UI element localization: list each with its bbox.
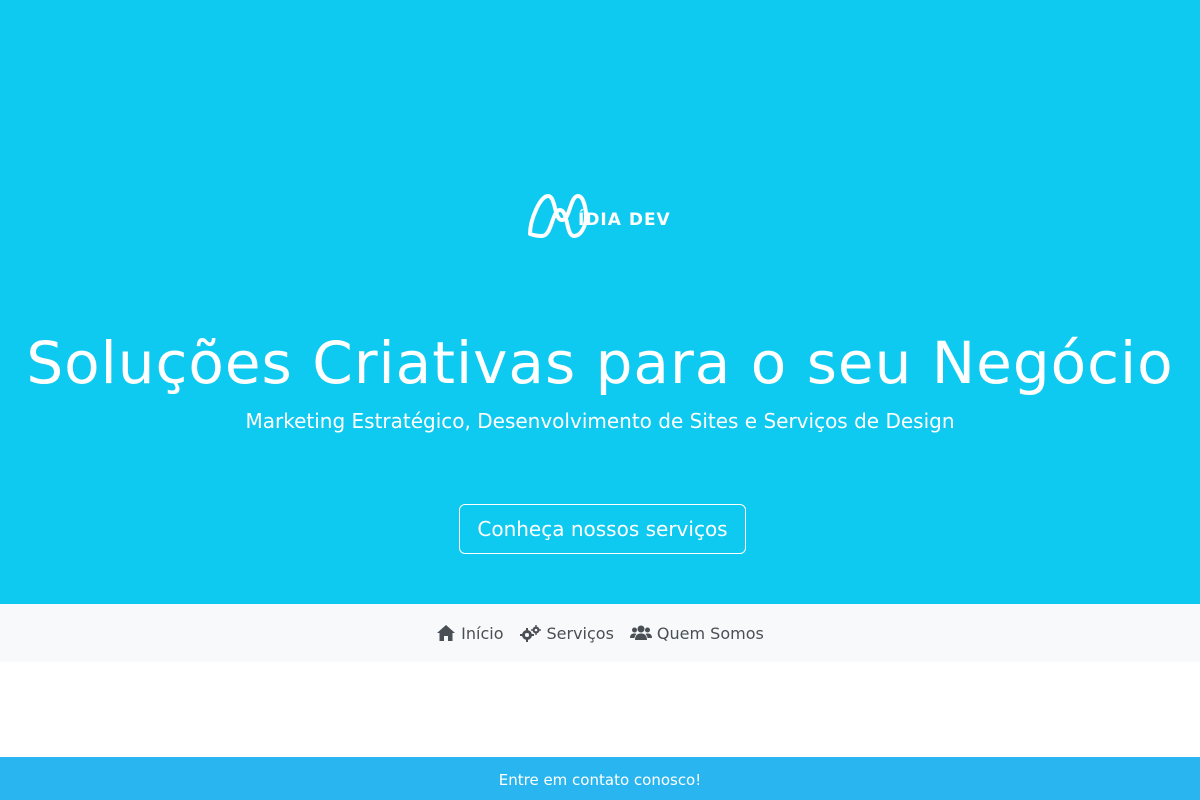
nav-item-label: Serviços (546, 623, 614, 643)
footer-contact-link[interactable]: Entre em contato conosco! (499, 771, 702, 789)
hero-subtitle: Marketing Estratégico, Desenvolvimento d… (245, 409, 955, 433)
nav-item-label: Início (461, 623, 504, 643)
main-navbar: Início Serviços Quem Somos (0, 604, 1200, 662)
users-icon (629, 625, 652, 640)
nav-item-inicio[interactable]: Início (436, 623, 504, 643)
hero-title: Soluções Criativas para o seu Negócio (26, 329, 1174, 397)
brand-logo[interactable]: ÍDIA DEV (526, 190, 686, 242)
gears-icon (519, 625, 541, 642)
home-icon (437, 625, 456, 641)
nav-item-servicos[interactable]: Serviços (519, 623, 614, 643)
nav-item-quem-somos[interactable]: Quem Somos (629, 623, 764, 643)
services-cta-button[interactable]: Conheça nossos serviços (459, 504, 746, 554)
hero-section: ÍDIA DEV Soluções Criativas para o seu N… (0, 0, 1200, 604)
logo-text: ÍDIA DEV (578, 210, 671, 230)
contact-footer: Entre em contato conosco! (0, 757, 1200, 800)
nav-item-label: Quem Somos (656, 623, 764, 643)
